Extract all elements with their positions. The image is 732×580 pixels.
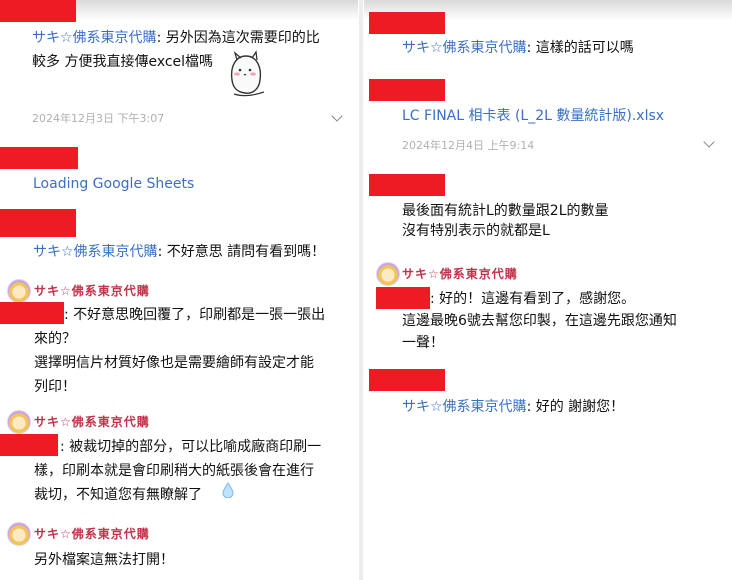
timestamp: 2024年12月3日 下午3:07	[32, 112, 165, 125]
sender-name: サキ☆佛系東京代購	[34, 527, 150, 541]
message: サキ☆佛系東京代購: 這樣的話可以嗎	[402, 36, 634, 60]
message-line: 一聲！	[402, 335, 444, 351]
file-attachment-link[interactable]: LC FINAL 相卡表 (L_2L 數量統計版).xlsx	[402, 104, 664, 128]
message-line: 樣，印刷本就是會印刷稍大的紙張後會在進行	[34, 463, 314, 479]
message-line: 另外檔案這無法打開！	[34, 552, 174, 568]
message-line: 來的？	[34, 331, 76, 347]
right-chat-panel: サキ☆佛系東京代購: 這樣的話可以嗎 LC FINAL 相卡表 (L_2L 數量…	[364, 0, 732, 580]
message-line: : 不好意思晚回覆了，印刷都是一張一張出	[64, 307, 326, 323]
avatar[interactable]	[7, 522, 31, 546]
message-line: 列印！	[34, 379, 76, 395]
message-text: : 這樣的話可以嗎	[526, 40, 634, 56]
sender-name: サキ☆佛系東京代購	[402, 40, 527, 56]
message-line: 選擇明信片材質好像也是需要繪師有設定才能	[34, 355, 314, 371]
message-text: : 好的 謝謝您！	[526, 399, 625, 415]
redacted-name	[369, 174, 445, 196]
chevron-down-icon[interactable]	[331, 110, 343, 122]
message: サキ☆佛系東京代購: 不好意思 請問有看到嗎！	[33, 240, 325, 264]
message-text: 另外因為這次需要印的比	[165, 30, 320, 46]
message-line: : 被裁切掉的部分，可以比喻成廠商印刷一	[60, 439, 322, 455]
sender-name: サキ☆佛系東京代購	[402, 399, 527, 415]
message-text: : 不好意思 請問有看到嗎！	[157, 244, 326, 260]
message-line: : 好的！這邊有看到了，感謝您。	[430, 291, 636, 307]
message: サキ☆佛系東京代購: 另外因為這次需要印的比	[32, 26, 320, 50]
message-line: 沒有特別表示的就都是L	[402, 223, 550, 239]
avatar[interactable]	[7, 279, 31, 303]
cat-sticker	[230, 50, 265, 97]
redacted-name	[376, 287, 430, 309]
sheets-link[interactable]: Loading Google Sheets	[33, 172, 194, 196]
redacted-name	[369, 12, 445, 34]
panel-divider	[359, 0, 363, 580]
left-chat-panel: サキ☆佛系東京代購: 另外因為這次需要印的比 較多 方便我直接傳excel檔嗎 …	[0, 0, 358, 580]
avatar[interactable]	[7, 410, 31, 434]
sender-name: サキ☆佛系東京代購	[32, 30, 157, 46]
redacted-name	[0, 147, 78, 169]
message: サキ☆佛系東京代購: 好的 謝謝您！	[402, 395, 624, 419]
message-line: 這邊最晚6號去幫您印製，在這邊先跟您通知	[402, 313, 677, 329]
redacted-name	[369, 369, 445, 391]
sender-name: サキ☆佛系東京代購	[402, 267, 518, 281]
message-line: 較多 方便我直接傳excel檔嗎	[32, 54, 214, 70]
sweat-drop-emoji	[222, 482, 234, 498]
timestamp: 2024年12月4日 上午9:14	[402, 139, 535, 152]
redacted-name	[0, 302, 64, 324]
sender-name: サキ☆佛系東京代購	[33, 244, 158, 260]
avatar[interactable]	[376, 262, 400, 286]
redacted-name	[0, 209, 76, 237]
redacted-name	[0, 434, 58, 456]
redacted-name	[369, 79, 445, 101]
message-line: 裁切，不知道您有無瞭解了	[34, 487, 202, 503]
separator: :	[156, 30, 166, 46]
chevron-down-icon[interactable]	[703, 136, 715, 148]
redacted-name	[0, 0, 76, 22]
sender-name: サキ☆佛系東京代購	[34, 415, 150, 429]
sender-name: サキ☆佛系東京代購	[34, 284, 150, 298]
